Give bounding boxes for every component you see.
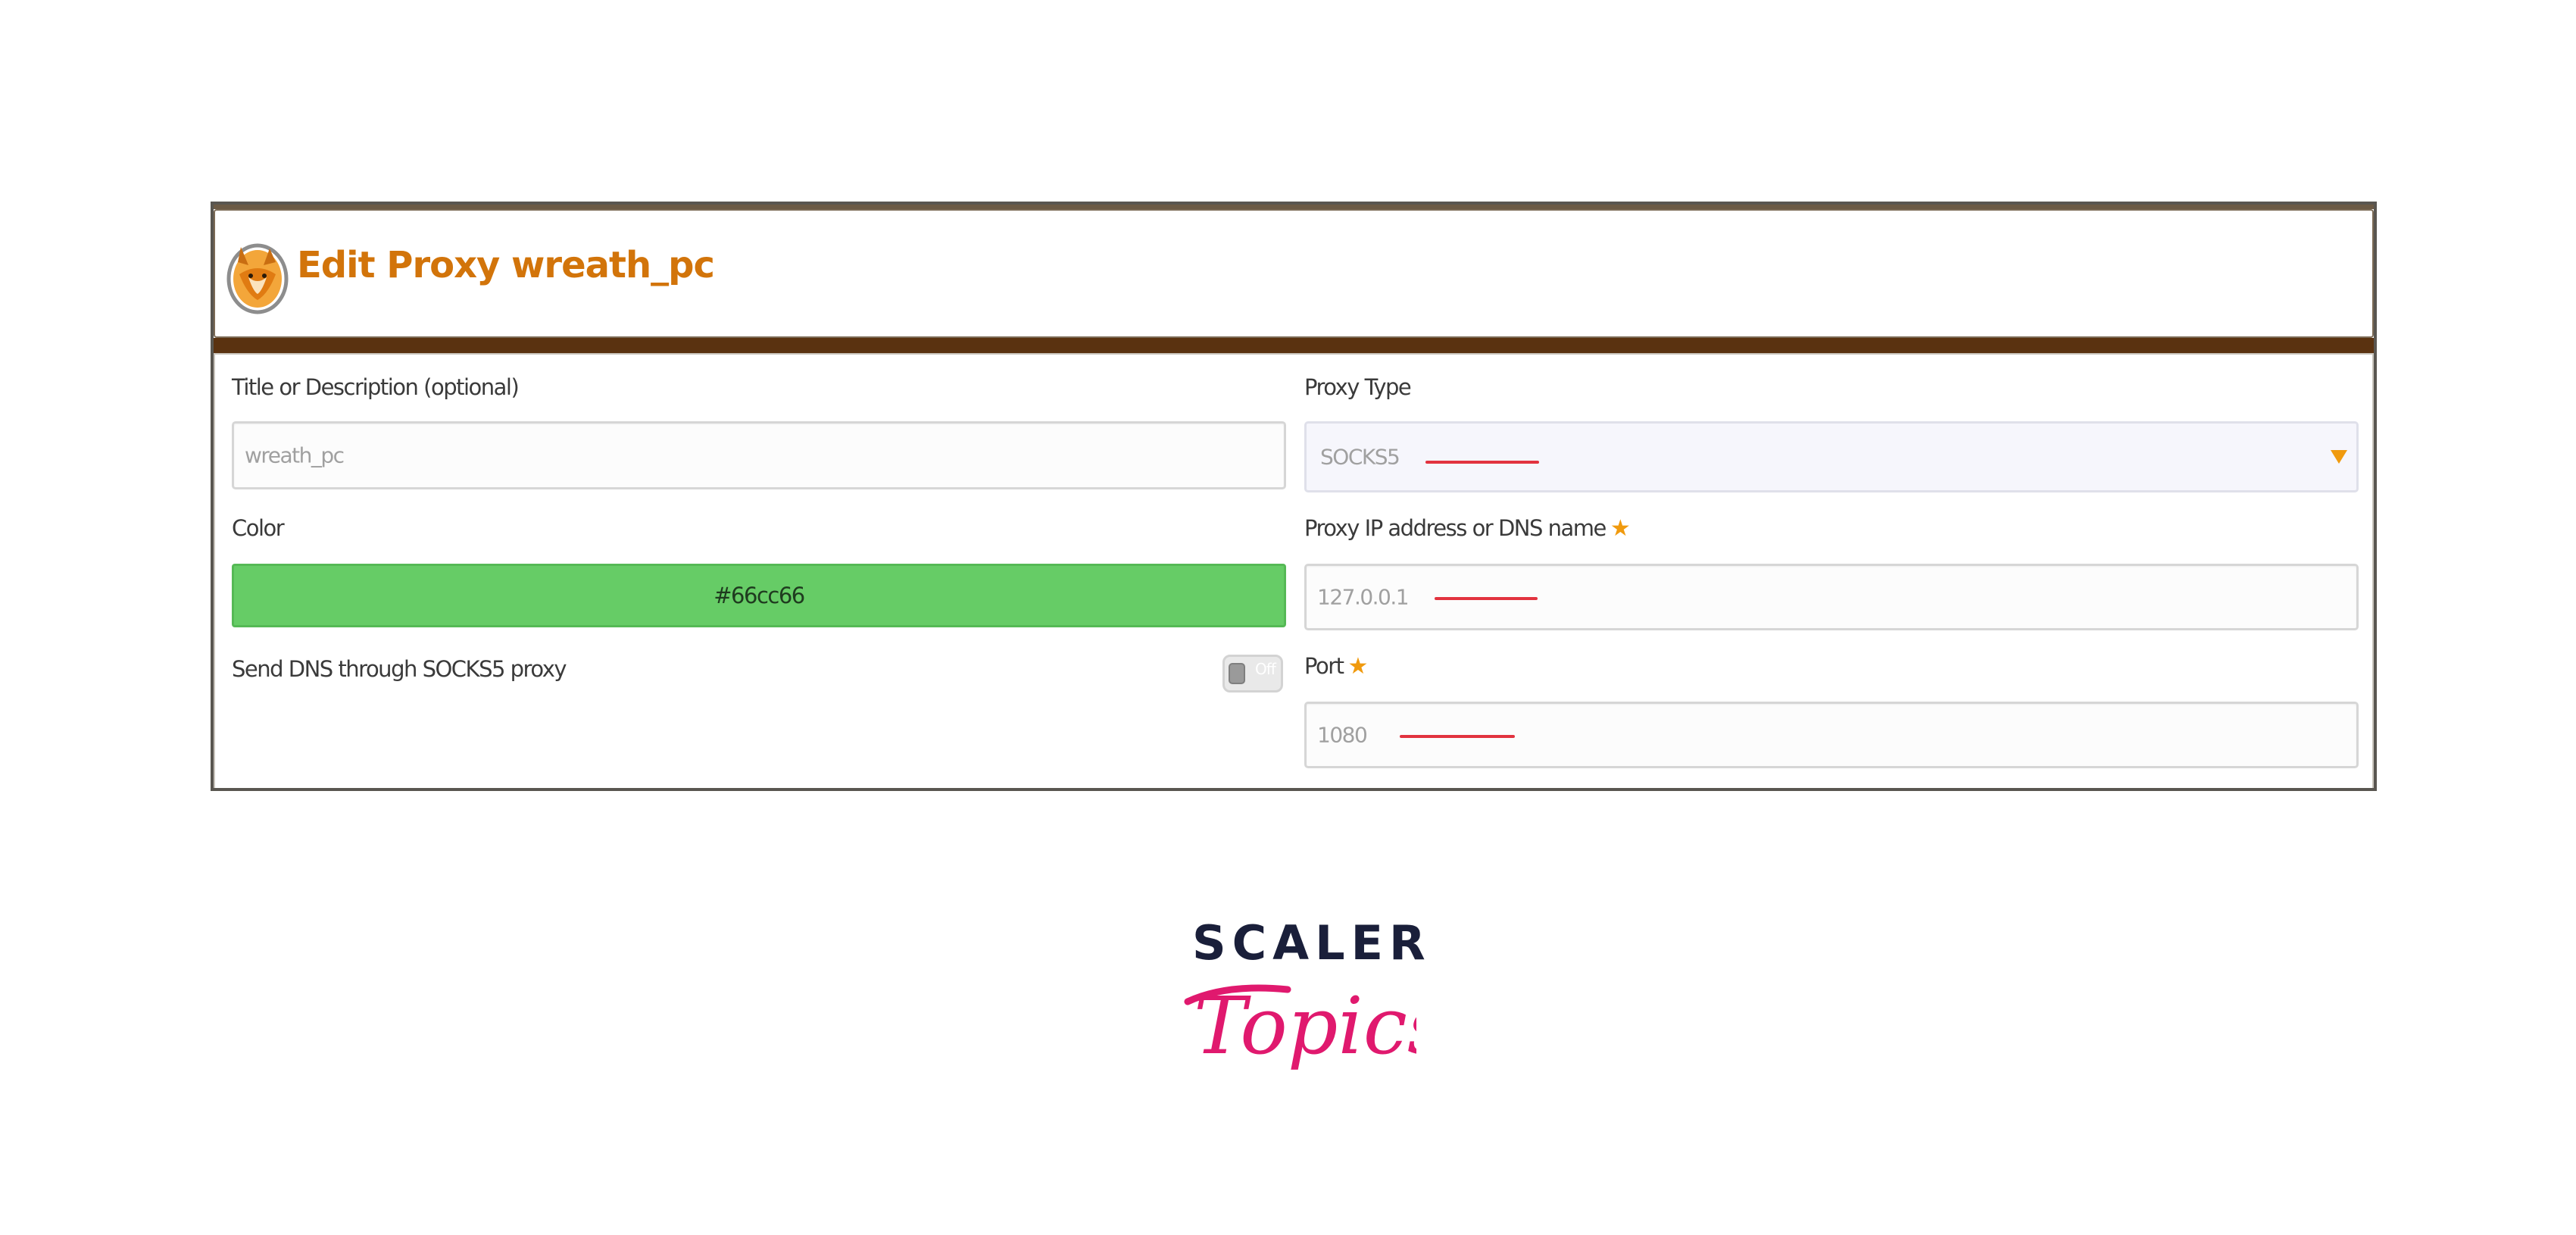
dns-toggle-label: Send DNS through SOCKS5 proxy (232, 656, 567, 682)
proxy-ip-label-text: Proxy IP address or DNS name (1304, 515, 1606, 541)
annotation-underline-port (1400, 735, 1515, 738)
header-divider-bar (214, 338, 2374, 353)
proxy-ip-value: 127.0.0.1 (1317, 584, 1410, 610)
color-field-label: Color (232, 515, 285, 541)
dns-toggle-switch[interactable]: Off (1222, 655, 1283, 693)
proxy-ip-label: Proxy IP address or DNS name ★ (1304, 515, 1631, 542)
chevron-down-icon (2331, 450, 2347, 464)
title-input[interactable]: wreath_pc (232, 421, 1286, 489)
annotation-underline-proxy-type (1425, 461, 1539, 464)
toggle-knob (1229, 663, 1245, 684)
proxy-type-value: SOCKS5 (1320, 444, 1400, 470)
edit-proxy-dialog: Edit Proxy wreath_pc Title or Descriptio… (211, 202, 2377, 791)
fox-icon (226, 243, 289, 314)
required-star-icon: ★ (1347, 653, 1369, 680)
proxy-type-select[interactable]: SOCKS5 (1304, 421, 2359, 492)
port-value: 1080 (1317, 722, 1368, 748)
required-star-icon: ★ (1610, 515, 1631, 542)
proxy-type-label: Proxy Type (1304, 374, 1412, 400)
topics-logo: Topics (1184, 980, 1416, 1072)
form-body: Title or Description (optional) wreath_p… (214, 353, 2374, 788)
color-picker[interactable]: #66cc66 (232, 564, 1286, 627)
port-label-text: Port (1304, 653, 1344, 679)
toggle-state-text: Off (1255, 660, 1276, 678)
title-input-value: wreath_pc (245, 442, 345, 468)
annotation-underline-proxy-ip (1435, 597, 1538, 600)
dialog-title: Edit Proxy wreath_pc (297, 244, 715, 286)
color-value: #66cc66 (713, 583, 805, 608)
title-field-label: Title or Description (optional) (232, 374, 520, 400)
port-label: Port ★ (1304, 653, 1369, 680)
page: Edit Proxy wreath_pc Title or Descriptio… (0, 0, 2576, 1235)
dialog-header: Edit Proxy wreath_pc (214, 209, 2374, 338)
